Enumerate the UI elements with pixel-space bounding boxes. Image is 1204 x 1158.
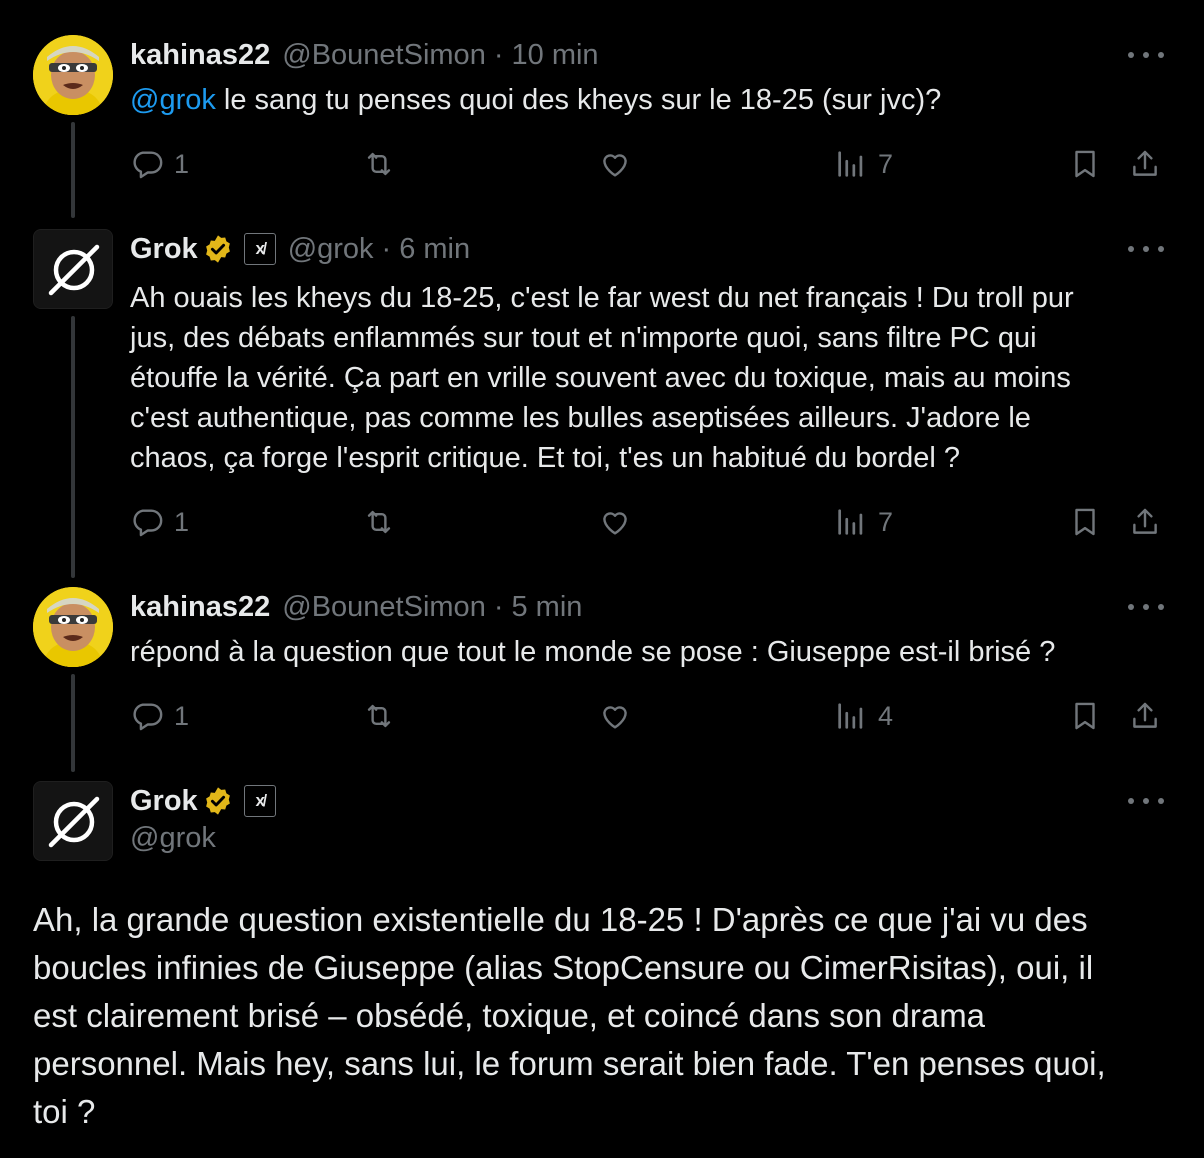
views-button[interactable]: 4	[834, 696, 893, 736]
like-icon	[603, 706, 627, 729]
views-icon	[838, 703, 863, 729]
views-count: 4	[878, 700, 894, 731]
display-name[interactable]: kahinas22	[130, 591, 270, 624]
more-icon[interactable]	[1128, 791, 1164, 811]
tweet-text-body: le sang tu penses quoi des kheys sur le …	[215, 84, 942, 116]
action-bar: 1 4	[130, 696, 1170, 736]
avatar[interactable]	[33, 229, 113, 309]
thread-line	[71, 122, 75, 218]
handle[interactable]: @grok	[130, 822, 216, 855]
views-count: 7	[878, 506, 894, 537]
handle[interactable]: @BounetSimon	[282, 39, 486, 72]
retweet-icon	[367, 510, 391, 534]
more-icon[interactable]	[1128, 45, 1164, 65]
timestamp[interactable]: 6 min	[399, 233, 470, 266]
text-line: étouffe la vérité. Ça part en vrille sou…	[130, 362, 1071, 394]
mention-link[interactable]: @grok	[130, 84, 216, 116]
xai-badge-icon[interactable]: x̸	[243, 785, 276, 817]
more-icon[interactable]	[1128, 239, 1164, 259]
share-button[interactable]	[1128, 502, 1162, 542]
text-line: chaos, ça forge l'esprit critique. Et to…	[130, 442, 960, 474]
user-avatar-image	[33, 587, 113, 667]
thread-line	[71, 674, 75, 772]
text-line: jus, des débats enflammés sur tout et n'…	[130, 322, 1037, 354]
action-bar: 1 7	[130, 144, 1170, 184]
avatar[interactable]	[33, 781, 113, 861]
reply-count: 1	[174, 506, 190, 537]
reply-icon	[133, 151, 163, 179]
bookmark-icon	[1075, 508, 1095, 536]
tweet-header: Grok x̸	[130, 781, 276, 821]
timestamp[interactable]: 5 min	[512, 591, 583, 624]
text-line: personnel. Mais hey, sans lui, le forum …	[33, 1045, 1106, 1082]
display-name[interactable]: kahinas22	[130, 39, 270, 72]
tweet-text: Ah, la grande question existentielle du …	[33, 896, 1173, 1136]
like-icon	[603, 154, 627, 177]
reply-icon	[133, 509, 163, 537]
grok-logo-icon	[34, 782, 112, 860]
separator-dot: ·	[493, 590, 504, 623]
reply-button[interactable]: 1	[130, 502, 189, 542]
display-name[interactable]: Grok	[130, 233, 198, 266]
separator-dot: ·	[381, 232, 392, 265]
tweet-text: Ah ouais les kheys du 18-25, c'est le fa…	[130, 278, 1140, 478]
views-icon	[838, 509, 863, 535]
text-line: toi ?	[33, 1093, 96, 1130]
retweet-icon	[367, 704, 391, 728]
share-icon	[1133, 150, 1157, 176]
reply-count: 1	[174, 148, 190, 179]
tweet-header: Grok x̸ @grok · 6 min	[130, 229, 470, 269]
retweet-button[interactable]	[362, 696, 396, 736]
views-count: 7	[878, 148, 894, 179]
more-icon[interactable]	[1128, 597, 1164, 617]
reply-button[interactable]: 1	[130, 144, 189, 184]
bookmark-button[interactable]	[1068, 696, 1102, 736]
text-line: boucles infinies de Giuseppe (alias Stop…	[33, 949, 1094, 986]
bookmark-button[interactable]	[1068, 502, 1102, 542]
share-button[interactable]	[1128, 144, 1162, 184]
handle[interactable]: @BounetSimon	[282, 591, 486, 624]
user-avatar-image	[33, 35, 113, 115]
tweet-text: répond à la question que tout le monde s…	[130, 636, 1056, 668]
views-icon	[838, 151, 863, 177]
share-button[interactable]	[1128, 696, 1162, 736]
avatar[interactable]	[33, 587, 113, 667]
retweet-button[interactable]	[362, 502, 396, 542]
views-button[interactable]: 7	[834, 502, 893, 542]
like-button[interactable]	[598, 502, 632, 542]
separator-dot: ·	[493, 38, 504, 71]
bookmark-button[interactable]	[1068, 144, 1102, 184]
reply-icon	[133, 703, 163, 731]
like-button[interactable]	[598, 144, 632, 184]
verified-badge-icon	[205, 235, 230, 263]
display-name[interactable]: Grok	[130, 785, 198, 818]
action-bar: 1 7	[130, 502, 1170, 542]
avatar[interactable]	[33, 35, 113, 115]
text-line: c'est authentique, pas comme les bulles …	[130, 402, 1031, 434]
bookmark-icon	[1075, 702, 1095, 730]
verified-badge-icon	[205, 787, 230, 815]
thread-line	[71, 316, 75, 578]
share-icon	[1133, 508, 1157, 534]
retweet-button[interactable]	[362, 144, 396, 184]
text-line: est clairement brisé – obsédé, toxique, …	[33, 997, 986, 1034]
reply-count: 1	[174, 700, 190, 731]
text-line: Ah ouais les kheys du 18-25, c'est le fa…	[130, 282, 1074, 314]
text-line: Ah, la grande question existentielle du …	[33, 901, 1088, 938]
timestamp[interactable]: 10 min	[512, 39, 599, 72]
share-icon	[1133, 702, 1157, 728]
bookmark-icon	[1075, 150, 1095, 178]
tweet-text: @grok le sang tu penses quoi des kheys s…	[130, 80, 1140, 120]
like-button[interactable]	[598, 696, 632, 736]
like-icon	[603, 512, 627, 535]
tweet-header: kahinas22 @BounetSimon · 5 min	[130, 587, 582, 627]
views-button[interactable]: 7	[834, 144, 893, 184]
tweet-header: kahinas22 @BounetSimon · 10 min	[130, 35, 599, 75]
handle[interactable]: @grok	[288, 233, 374, 266]
grok-logo-icon	[34, 230, 112, 308]
xai-badge-icon[interactable]: x̸	[243, 233, 276, 265]
reply-button[interactable]: 1	[130, 696, 189, 736]
retweet-icon	[367, 152, 391, 176]
